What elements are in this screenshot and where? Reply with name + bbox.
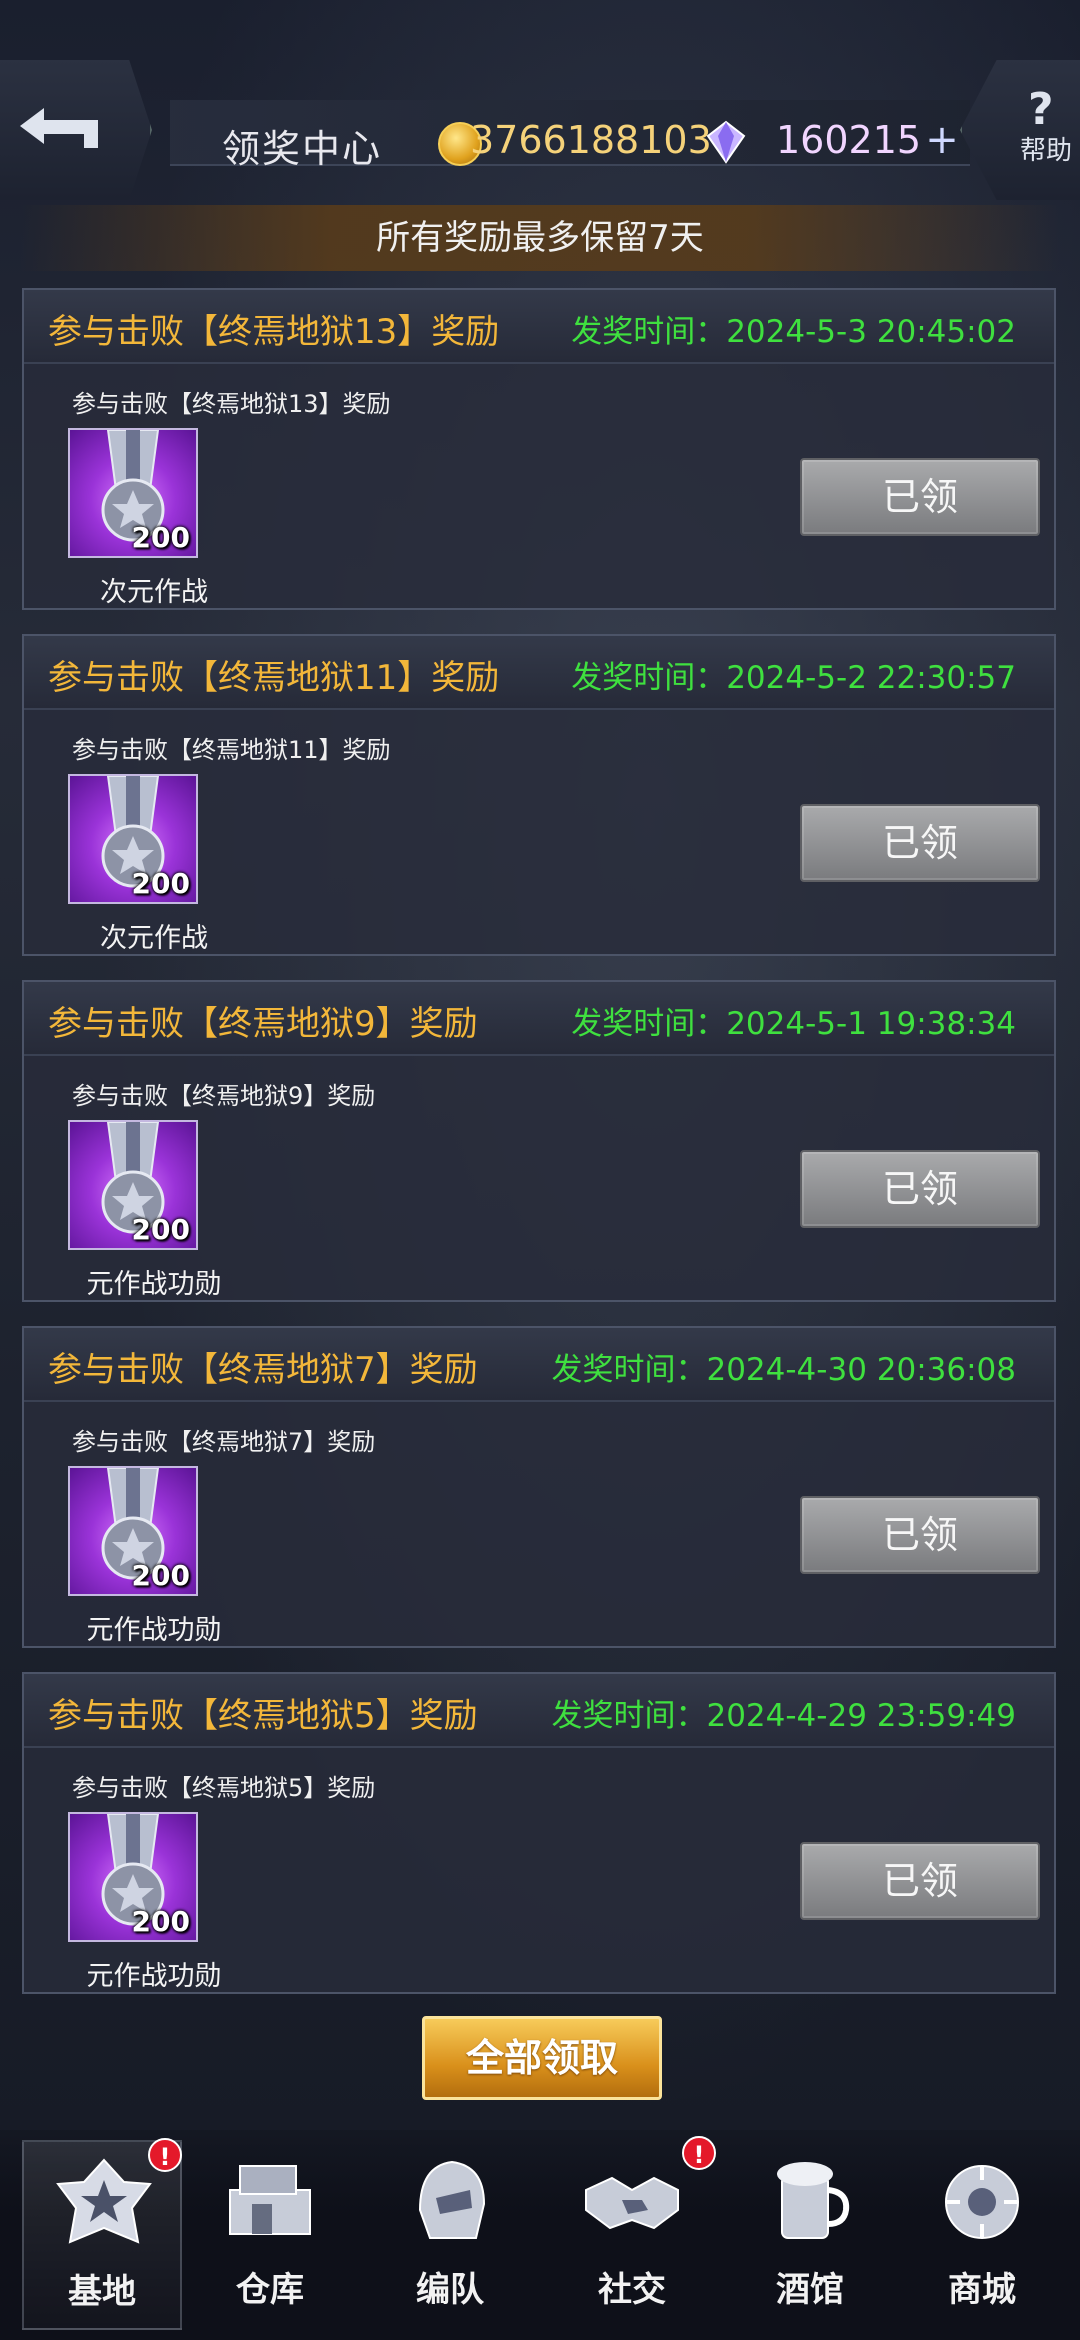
shop-orb-icon <box>945 2165 1019 2239</box>
reward-description: 参与击败【终焉地狱13】奖励 <box>72 390 391 418</box>
reward-time: 发奖时间：2024-5-2 22:30:57 <box>571 660 1016 696</box>
nav-item-base[interactable]: 基地 ! <box>22 2138 182 2330</box>
reward-description: 参与击败【终焉地狱5】奖励 <box>72 1774 376 1802</box>
item-name: 次元作战 <box>100 923 208 954</box>
reward-title: 参与击败【终焉地狱7】奖励 <box>48 1350 478 1390</box>
item-name: 元作战功勋 <box>86 1961 222 1992</box>
star-emblem-icon <box>56 2158 152 2244</box>
reward-title: 参与击败【终焉地狱11】奖励 <box>48 658 500 698</box>
item-quantity: 200 <box>131 1905 190 1938</box>
reward-card-header: 参与击败【终焉地狱13】奖励 发奖时间：2024-5-3 20:45:02 <box>24 290 1054 364</box>
top-bar: 领奖中心 3766188103 160215 + ? 帮助 <box>0 60 1080 200</box>
reward-time: 发奖时间：2024-4-30 20:36:08 <box>551 1352 1016 1388</box>
back-arrow-icon <box>20 108 98 148</box>
claim-all-button[interactable]: 全部领取 <box>422 2016 662 2100</box>
claimed-button[interactable]: 已领 <box>800 804 1040 882</box>
item-quantity: 200 <box>131 521 190 554</box>
back-button[interactable] <box>0 60 152 200</box>
nav-label: 仓库 <box>236 2270 304 2310</box>
nav-item-shop[interactable]: 商城 <box>902 2140 1062 2330</box>
reward-title: 参与击败【终焉地狱9】奖励 <box>48 1004 478 1044</box>
reward-card: 参与击败【终焉地狱11】奖励 发奖时间：2024-5-2 22:30:57 参与击败… <box>22 634 1056 956</box>
item-quantity: 200 <box>131 1213 190 1246</box>
item-name: 元作战功勋 <box>86 1269 222 1300</box>
reward-card: 参与击败【终焉地狱5】奖励 发奖时间：2024-4-29 23:59:49 参与击败… <box>22 1672 1056 1994</box>
add-diamond-button[interactable]: + <box>922 120 962 162</box>
medal-item[interactable]: 200 <box>68 1812 198 1942</box>
nav-label: 酒馆 <box>776 2270 844 2310</box>
claimed-button[interactable]: 已领 <box>800 1842 1040 1920</box>
nav-item-social[interactable]: 社交 ! <box>552 2136 716 2330</box>
reward-description: 参与击败【终焉地狱7】奖励 <box>72 1428 376 1456</box>
item-quantity: 200 <box>131 1559 190 1592</box>
medal-item[interactable]: 200 <box>68 428 198 558</box>
bottom-nav: 基地 ! 仓库 编队 社交 ! 酒馆 商城 <box>0 2130 1080 2340</box>
reward-card: 参与击败【终焉地狱7】奖励 发奖时间：2024-4-30 20:36:08 参与击败… <box>22 1326 1056 1648</box>
item-quantity: 200 <box>131 867 190 900</box>
help-label: 帮助 <box>1020 136 1073 166</box>
nav-item-formation[interactable]: 编队 <box>370 2140 530 2330</box>
alert-badge: ! <box>148 2138 182 2172</box>
help-icon: ? <box>1028 84 1054 135</box>
reward-card: 参与击败【终焉地狱13】奖励 发奖时间：2024-5-3 20:45:02 参与击败… <box>22 288 1056 610</box>
reward-description: 参与击败【终焉地狱11】奖励 <box>72 736 391 764</box>
diamond-icon <box>706 120 746 164</box>
helmet-icon <box>418 2160 486 2239</box>
reward-time: 发奖时间：2024-5-1 19:38:34 <box>571 1006 1016 1042</box>
reward-description: 参与击败【终焉地狱9】奖励 <box>72 1082 376 1110</box>
nav-label: 基地 <box>68 2272 136 2312</box>
diamond-amount: 160215 <box>776 118 922 162</box>
item-name: 元作战功勋 <box>86 1615 222 1646</box>
handshake-icon <box>585 2176 679 2230</box>
claimed-button[interactable]: 已领 <box>800 1496 1040 1574</box>
warehouse-icon <box>229 2165 311 2235</box>
reward-card-header: 参与击败【终焉地狱9】奖励 发奖时间：2024-5-1 19:38:34 <box>24 982 1054 1056</box>
reward-time: 发奖时间：2024-4-29 23:59:49 <box>551 1698 1016 1734</box>
beer-mug-icon <box>777 2162 850 2239</box>
medal-item[interactable]: 200 <box>68 1466 198 1596</box>
medal-item[interactable]: 200 <box>68 1120 198 1250</box>
reward-card-header: 参与击败【终焉地狱7】奖励 发奖时间：2024-4-30 20:36:08 <box>24 1328 1054 1402</box>
nav-item-tavern[interactable]: 酒馆 <box>730 2140 890 2330</box>
reward-title: 参与击败【终焉地狱5】奖励 <box>48 1696 478 1736</box>
reward-card-header: 参与击败【终焉地狱5】奖励 发奖时间：2024-4-29 23:59:49 <box>24 1674 1054 1748</box>
nav-label: 编队 <box>416 2270 484 2310</box>
nav-item-warehouse[interactable]: 仓库 <box>190 2140 350 2330</box>
alert-badge: ! <box>682 2136 716 2170</box>
nav-label: 社交 <box>598 2270 666 2310</box>
gold-amount: 3766188103 <box>470 118 712 162</box>
claimed-button[interactable]: 已领 <box>800 1150 1040 1228</box>
reward-title: 参与击败【终焉地狱13】奖励 <box>48 312 500 352</box>
reward-card-header: 参与击败【终焉地狱11】奖励 发奖时间：2024-5-2 22:30:57 <box>24 636 1054 710</box>
retention-notice: 所有奖励最多保留7天 <box>20 205 1060 271</box>
nav-label: 商城 <box>948 2270 1016 2310</box>
item-name: 次元作战 <box>100 577 208 608</box>
page-title: 领奖中心 <box>222 127 383 171</box>
reward-time: 发奖时间：2024-5-3 20:45:02 <box>571 314 1016 350</box>
claimed-button[interactable]: 已领 <box>800 458 1040 536</box>
medal-item[interactable]: 200 <box>68 774 198 904</box>
reward-card: 参与击败【终焉地狱9】奖励 发奖时间：2024-5-1 19:38:34 参与击败【… <box>22 980 1056 1302</box>
